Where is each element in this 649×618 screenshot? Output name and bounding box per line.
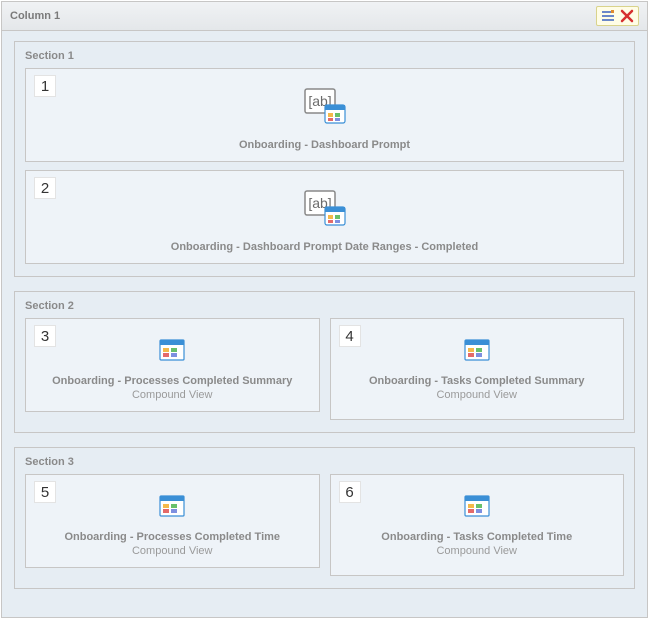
dashboard-item[interactable]: 4 Onboarding - Tasks Completed Summary C…	[330, 318, 625, 420]
dashboard-item[interactable]: 2 [ab] Onboarding - Dashboard Prompt Dat…	[25, 170, 624, 264]
delete-icon[interactable]	[619, 8, 635, 24]
item-title: Onboarding - Tasks Completed Summary	[341, 375, 614, 387]
dashboard-item[interactable]: 1 [ab] Onboarding - Dashboard Prompt	[25, 68, 624, 162]
item-subtitle: Compound View	[341, 545, 614, 557]
section-3: Section 3 5 Onboarding - P	[14, 447, 635, 589]
item-title: Onboarding - Tasks Completed Time	[341, 531, 614, 543]
item-title: Onboarding - Processes Completed Time	[36, 531, 309, 543]
item-number-badge: 2	[34, 177, 56, 199]
section-label: Section 1	[25, 50, 624, 62]
item-title: Onboarding - Processes Completed Summary	[36, 375, 309, 387]
item-number-badge: 5	[34, 481, 56, 503]
item-number-badge: 6	[339, 481, 361, 503]
prompt-icon: [ab]	[36, 185, 613, 233]
dashboard-item[interactable]: 6 Onboarding - Tasks Completed Time Comp…	[330, 474, 625, 576]
column-body: Section 1 1 [ab] Onboarding - Das	[2, 31, 647, 617]
item-number-badge: 3	[34, 325, 56, 347]
prompt-icon: [ab]	[36, 83, 613, 131]
analysis-icon	[36, 489, 309, 523]
properties-icon[interactable]	[600, 8, 616, 24]
column-container: Column 1 Section 1 1	[1, 1, 648, 618]
column-header-actions	[596, 6, 639, 26]
dashboard-item[interactable]: 3 Onboarding - Processes Completed Summa…	[25, 318, 320, 412]
analysis-icon	[341, 333, 614, 367]
column-header: Column 1	[2, 2, 647, 31]
item-number-badge: 4	[339, 325, 361, 347]
analysis-icon	[36, 333, 309, 367]
section-2: Section 2 3 Onboarding - P	[14, 291, 635, 433]
analysis-icon	[341, 489, 614, 523]
item-subtitle: Compound View	[36, 545, 309, 557]
item-title: Onboarding - Dashboard Prompt	[36, 139, 613, 151]
section-1: Section 1 1 [ab] Onboarding - Das	[14, 41, 635, 277]
item-subtitle: Compound View	[341, 389, 614, 401]
dashboard-item[interactable]: 5 Onboarding - Processes Completed Time …	[25, 474, 320, 568]
section-label: Section 2	[25, 300, 624, 312]
column-title: Column 1	[10, 10, 60, 22]
item-title: Onboarding - Dashboard Prompt Date Range…	[36, 241, 613, 253]
item-number-badge: 1	[34, 75, 56, 97]
item-subtitle: Compound View	[36, 389, 309, 401]
section-label: Section 3	[25, 456, 624, 468]
